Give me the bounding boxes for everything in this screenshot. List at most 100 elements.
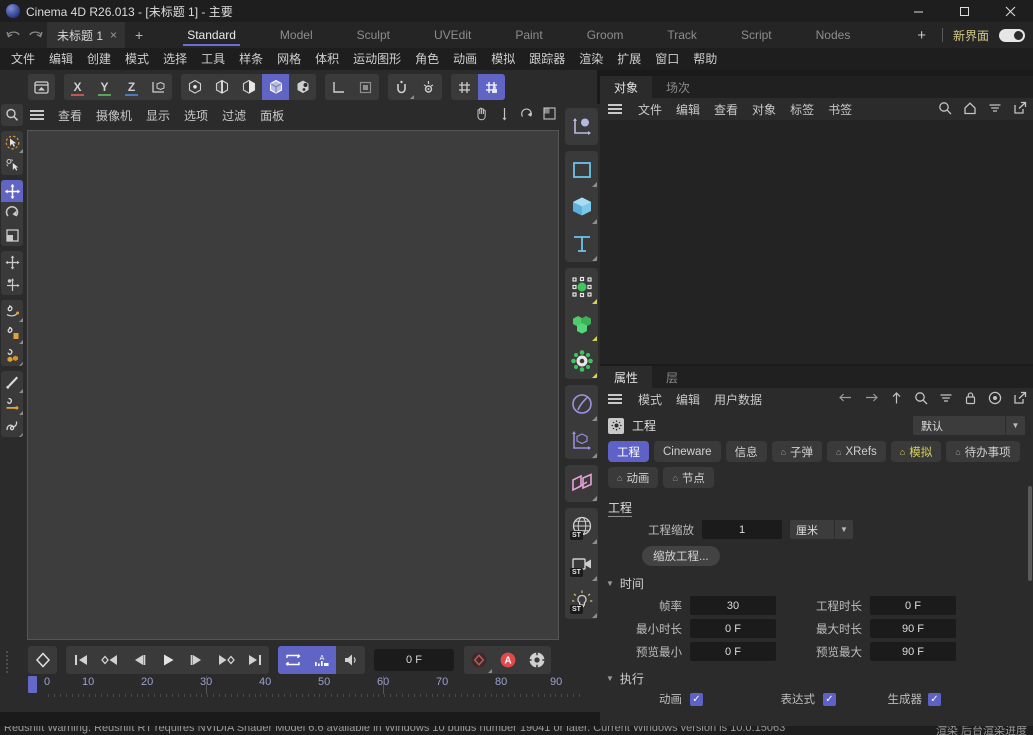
viewport-menu-display[interactable]: 显示 bbox=[139, 107, 177, 124]
om-menu-bookmarks[interactable]: 书签 bbox=[821, 101, 859, 118]
pan-hand-icon[interactable] bbox=[474, 106, 489, 124]
pill-info[interactable]: 信息 bbox=[726, 441, 767, 462]
menu-window[interactable]: 窗口 bbox=[648, 48, 686, 70]
undo-icon[interactable] bbox=[6, 28, 21, 42]
forward-arrow-icon[interactable] bbox=[864, 391, 879, 407]
home-icon[interactable] bbox=[963, 101, 977, 118]
viewport-menu-view[interactable]: 查看 bbox=[51, 107, 89, 124]
paint-objects-icon[interactable] bbox=[1, 344, 23, 366]
menu-spline[interactable]: 样条 bbox=[232, 48, 270, 70]
maximize-view-icon[interactable] bbox=[543, 107, 556, 123]
pill-todo[interactable]: ⌂待办事项 bbox=[946, 441, 1019, 462]
am-menu-userdata[interactable]: 用户数据 bbox=[707, 391, 769, 408]
timeline-ruler[interactable]: 0 10 20 30 40 50 60 70 80 90 bbox=[28, 676, 568, 698]
snap-settings-icon[interactable] bbox=[415, 74, 442, 100]
max-length-field[interactable]: 90 F bbox=[870, 619, 956, 638]
rotate-view-icon[interactable] bbox=[520, 107, 534, 124]
minimize-icon[interactable] bbox=[895, 0, 941, 22]
current-frame-field[interactable]: 0 F bbox=[374, 649, 454, 671]
magnifier-icon[interactable] bbox=[1, 104, 23, 126]
spline-rect-icon[interactable] bbox=[565, 151, 598, 188]
tab-model[interactable]: Model bbox=[258, 22, 335, 48]
chevron-down-icon[interactable]: ▼ bbox=[1005, 416, 1025, 435]
menu-file[interactable]: 文件 bbox=[4, 48, 42, 70]
menu-volume[interactable]: 体积 bbox=[308, 48, 346, 70]
next-frame-icon[interactable] bbox=[182, 646, 211, 674]
sound-toggle-icon[interactable] bbox=[336, 646, 365, 674]
popout-icon[interactable] bbox=[1013, 101, 1027, 118]
next-keyframe-icon[interactable] bbox=[211, 646, 240, 674]
animbar-grip[interactable] bbox=[6, 649, 11, 673]
project-length-field[interactable]: 0 F bbox=[870, 596, 956, 615]
om-menu-view[interactable]: 查看 bbox=[707, 101, 745, 118]
tab-nodes[interactable]: Nodes bbox=[794, 22, 873, 48]
tab-standard[interactable]: Standard bbox=[165, 22, 258, 48]
mograph-cloner-icon[interactable] bbox=[565, 268, 598, 305]
close-icon[interactable] bbox=[987, 0, 1033, 22]
menu-character[interactable]: 角色 bbox=[408, 48, 446, 70]
document-tab[interactable]: 未标题 1 × bbox=[47, 22, 125, 48]
menu-tools[interactable]: 工具 bbox=[194, 48, 232, 70]
tab-uvedit[interactable]: UVEdit bbox=[412, 22, 493, 48]
scale-tool-icon[interactable] bbox=[1, 224, 23, 246]
close-document-icon[interactable]: × bbox=[110, 28, 117, 42]
tab-paint[interactable]: Paint bbox=[493, 22, 564, 48]
polygon-mode-icon[interactable] bbox=[235, 74, 262, 100]
pill-nodes[interactable]: ⌂节点 bbox=[663, 467, 713, 488]
texture-mode-icon[interactable] bbox=[289, 74, 316, 100]
chevron-down-icon[interactable]: ▼ bbox=[834, 520, 853, 539]
viewport-canvas[interactable] bbox=[27, 130, 559, 640]
search-icon[interactable] bbox=[914, 391, 928, 408]
paint-color-icon[interactable] bbox=[1, 322, 23, 344]
menu-edit[interactable]: 编辑 bbox=[42, 48, 80, 70]
om-menu-tags[interactable]: 标签 bbox=[783, 101, 821, 118]
move-tool-icon[interactable] bbox=[1, 180, 23, 202]
edge-mode-icon[interactable] bbox=[208, 74, 235, 100]
move-view-icon[interactable] bbox=[498, 107, 511, 124]
move-axis-icon[interactable] bbox=[1, 251, 23, 273]
menu-animation[interactable]: 动画 bbox=[446, 48, 484, 70]
field-object-icon[interactable] bbox=[565, 465, 598, 502]
framerate-field[interactable]: 30 bbox=[690, 596, 776, 615]
redo-icon[interactable] bbox=[28, 28, 43, 42]
menu-tracker[interactable]: 跟踪器 bbox=[522, 48, 572, 70]
auto-keying-icon[interactable]: A bbox=[307, 646, 336, 674]
workplane-icon[interactable] bbox=[451, 74, 478, 100]
null-object-icon[interactable] bbox=[565, 108, 598, 145]
point-mode-icon[interactable] bbox=[181, 74, 208, 100]
menu-select[interactable]: 选择 bbox=[156, 48, 194, 70]
up-arrow-icon[interactable] bbox=[890, 391, 903, 408]
maximize-icon[interactable] bbox=[941, 0, 987, 22]
section-exec-header[interactable]: ▼ 执行 bbox=[600, 663, 1033, 689]
snap-magnet-icon[interactable] bbox=[388, 74, 415, 100]
panel-menu-icon[interactable] bbox=[608, 394, 622, 404]
lock-workplane-icon[interactable] bbox=[478, 74, 505, 100]
record-keyframe-icon[interactable] bbox=[28, 646, 57, 674]
lock-icon[interactable] bbox=[964, 391, 977, 408]
filter-icon[interactable] bbox=[939, 391, 953, 408]
new-document-button[interactable]: + bbox=[125, 22, 153, 48]
previous-keyframe-icon[interactable] bbox=[95, 646, 124, 674]
world-object-coordinate-button[interactable] bbox=[145, 74, 172, 100]
brush-tool-icon[interactable] bbox=[1, 371, 23, 393]
popout-icon[interactable] bbox=[1013, 391, 1027, 408]
play-forward-icon[interactable] bbox=[153, 646, 182, 674]
preset-dropdown[interactable]: 默认 ▼ bbox=[913, 416, 1025, 435]
previous-frame-icon[interactable] bbox=[124, 646, 153, 674]
attribute-scrollbar[interactable] bbox=[1028, 486, 1032, 581]
object-axis-icon[interactable] bbox=[325, 74, 352, 100]
text-spline-icon[interactable] bbox=[565, 225, 598, 262]
exec-expression-checkbox[interactable]: ✓ bbox=[823, 693, 836, 706]
mograph-effector-icon[interactable] bbox=[565, 342, 598, 379]
viewport-menu-filter[interactable]: 过滤 bbox=[215, 107, 253, 124]
om-menu-edit[interactable]: 编辑 bbox=[669, 101, 707, 118]
target-icon[interactable] bbox=[988, 391, 1002, 408]
object-tree-list[interactable] bbox=[600, 120, 1033, 364]
search-icon[interactable] bbox=[938, 101, 952, 118]
rotate-tool-icon[interactable] bbox=[1, 202, 23, 224]
viewport-menu-camera[interactable]: 摄像机 bbox=[89, 107, 139, 124]
lock-x-axis-button[interactable]: X bbox=[64, 74, 91, 100]
transform-axis-icon[interactable] bbox=[1, 273, 23, 295]
project-unit-dropdown[interactable]: 厘米 ▼ bbox=[790, 520, 853, 539]
keyframe-selection-icon[interactable] bbox=[464, 646, 493, 674]
